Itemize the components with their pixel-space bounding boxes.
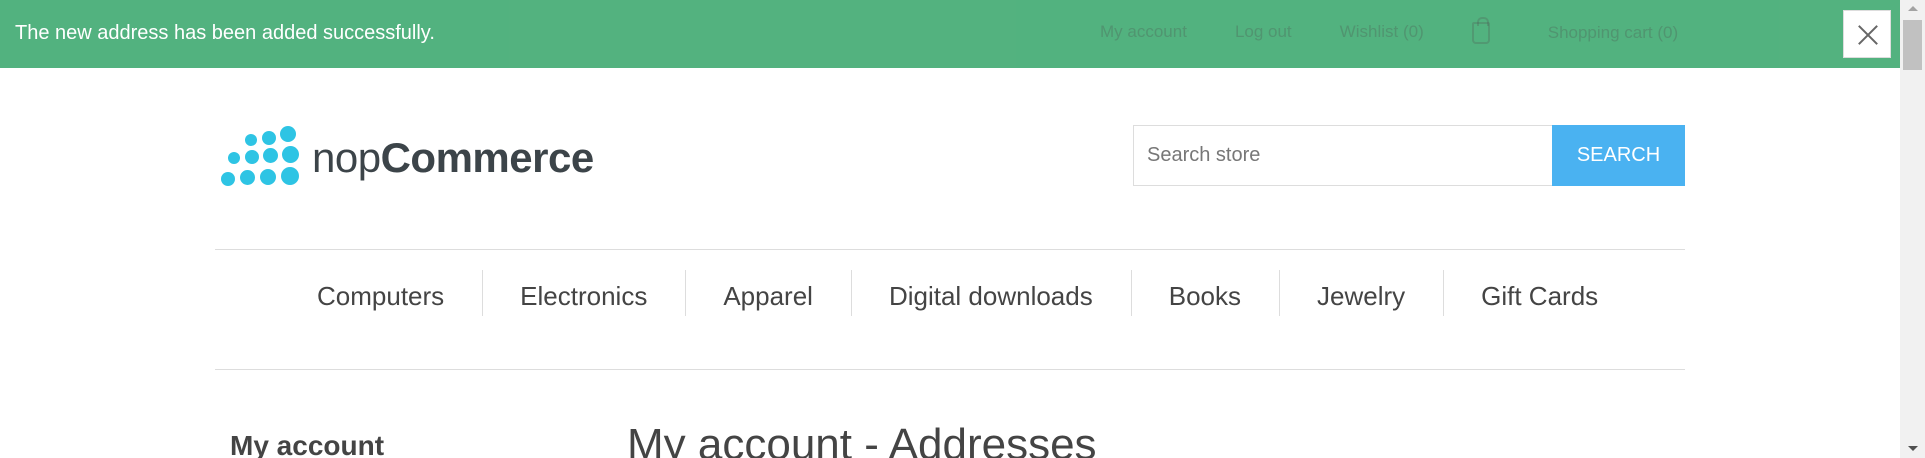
search-input[interactable] — [1134, 126, 1552, 185]
nav-item-books[interactable]: Books — [1130, 270, 1279, 316]
nav-item-jewelry[interactable]: Jewelry — [1279, 270, 1443, 316]
logo-prefix: nop — [312, 134, 381, 181]
top-menu: Computers Electronics Apparel Digital do… — [279, 270, 1636, 316]
nav-item-digital-downloads[interactable]: Digital downloads — [850, 270, 1131, 316]
nav-item-electronics[interactable]: Electronics — [482, 270, 685, 316]
notification-message: The new address has been added successfu… — [15, 22, 435, 44]
wishlist-link[interactable]: Wishlist (0) — [1340, 22, 1424, 44]
nav-item-computers[interactable]: Computers — [279, 281, 482, 312]
scroll-up-arrow-icon[interactable] — [1900, 0, 1925, 18]
page-title: My account - Addresses — [627, 420, 1097, 458]
page-scrollbar[interactable] — [1900, 0, 1925, 458]
sidebar-title: My account — [230, 430, 385, 458]
header-divider — [215, 249, 1685, 250]
store-logo[interactable]: nopCommerce — [218, 126, 594, 190]
scrollbar-thumb[interactable] — [1903, 20, 1922, 70]
log-out-link[interactable]: Log out — [1235, 22, 1292, 44]
scroll-down-arrow-icon[interactable] — [1900, 440, 1925, 458]
logo-wordmark: nopCommerce — [312, 134, 594, 182]
my-account-link[interactable]: My account — [1100, 22, 1187, 44]
menu-divider — [215, 369, 1685, 370]
nopcommerce-dots-icon — [218, 126, 302, 190]
shopping-bag-icon — [1471, 17, 1490, 44]
nav-item-apparel[interactable]: Apparel — [685, 270, 851, 316]
logo-suffix: Commerce — [380, 134, 595, 181]
shopping-cart-link[interactable]: Shopping cart (0) — [1471, 17, 1726, 44]
close-notification-button[interactable] — [1843, 10, 1891, 58]
search-button[interactable]: SEARCH — [1552, 125, 1685, 186]
header-links: My account Log out Wishlist (0) Shopping… — [1100, 17, 1774, 44]
shopping-cart-label: Shopping cart (0) — [1547, 23, 1679, 42]
success-notification-bar: The new address has been added successfu… — [0, 0, 1900, 68]
search-box — [1133, 125, 1553, 186]
nav-item-gift-cards[interactable]: Gift Cards — [1443, 270, 1636, 316]
